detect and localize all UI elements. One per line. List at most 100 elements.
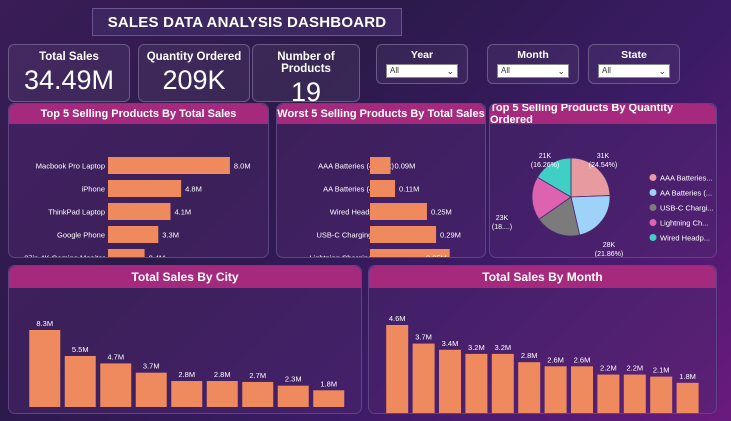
month-dropdown[interactable]: All ⌄ [497,64,569,78]
data-label: 1.8M [679,372,696,381]
top5-quantity-donut: 31K(24.54%)28K(21.86%)24K (18.97%)23K(18… [492,153,714,258]
data-label: 3.7M [415,333,432,342]
data-label: 4.7M [107,352,124,361]
bar [491,353,514,413]
bar [108,157,230,174]
slice-label: 28K [603,242,616,249]
data-label: 2.8M [178,370,195,379]
data-label: 2.2M [600,364,617,373]
data-label: 4.1M [174,208,191,217]
data-label: 2.8M [214,370,231,379]
data-label: 3.2M [468,343,485,352]
category-label: iPhone [82,185,105,194]
category-label: Portland [279,412,307,414]
data-label: 1.8M [320,379,337,388]
data-label: 8.3M [36,319,53,328]
data-label: 3.4M [442,339,459,348]
bar [277,385,309,407]
city-sales-panel: Total Sales By City 8.3MSanFrancisco5.5M… [8,265,362,414]
data-label: 8.0M [234,162,251,171]
data-label: 2.1M [653,366,670,375]
month-sales-chart: 4.6MDec3.7MOct3.4MApr3.2MNov3.2MMay2.8MM… [386,314,699,413]
worst5-sales-chart: AAA Batteries (4-pack) 0.09MAA Batteries … [309,157,461,259]
category-label: Seattle [246,412,269,414]
slicer-label: State [621,49,647,61]
bar [676,382,699,413]
slice-percent: (24.54%) [589,162,617,169]
kpi-value: 34.49M [23,65,115,95]
data-label: 2.6M [547,355,564,364]
slicer-label: Month [517,49,549,61]
chevron-down-icon: ⌄ [658,66,666,76]
dashboard-title: SALES DATA ANALYSIS DASHBOARD [92,8,402,36]
legend-label: AAA Batteries... [660,174,713,183]
dropdown-value: All [602,66,611,75]
category-label: Macbook Pro Laptop [36,162,105,171]
panel-title: Worst 5 Selling Products By Total Sales [277,104,485,124]
bar [108,180,182,197]
data-label: 2.2M [626,364,643,373]
bar [108,203,171,220]
bar [386,325,409,413]
data-label: 5.5M [72,345,89,354]
legend-label: USB-C Chargi... [660,204,714,213]
bar [544,366,567,413]
chevron-down-icon: ⌄ [557,66,565,76]
category-label: Boston [140,412,163,414]
panel-title: Top 5 Selling Products By Quantity Order… [490,104,716,126]
dropdown-value: All [390,66,399,75]
kpi-total-sales[interactable]: Total Sales 34.49M [8,44,130,102]
data-label: 2.6M [574,355,591,364]
bar [623,374,646,413]
data-label: 0.29M [440,231,461,240]
kpi-label: Quantity Ordered [146,51,242,63]
city-sales-chart: 8.3MSanFrancisco5.5MLosAngeles4.7MNew Yo… [29,319,345,414]
bar [370,180,396,197]
legend-marker [649,204,657,211]
bar [29,330,61,407]
data-label: 4.8M [185,185,202,194]
bar [242,381,274,407]
data-label: 2.4M [149,254,166,259]
data-label: 2.8M [521,351,538,360]
data-label: 3.7M [143,362,160,371]
year-slicer: Year All ⌄ [376,44,468,84]
bar [206,381,238,407]
data-label: 0.25M [431,208,452,217]
data-label: 0.09M [395,162,416,171]
top5-sales-chart: Macbook Pro Laptop 8.0M iPhone 4.8M ThinkPad… [24,157,251,259]
category-label: Atlanta [175,412,199,414]
kpi-quantity-ordered[interactable]: Quantity Ordered 209K [138,44,250,102]
bar [370,226,437,243]
bar [108,226,159,243]
top5-sales-panel: Top 5 Selling Products By Total Sales Ma… [8,103,269,258]
chevron-down-icon: ⌄ [446,66,454,76]
year-dropdown[interactable]: All ⌄ [386,64,458,78]
legend-marker [649,189,657,196]
bar [370,157,391,174]
bar [650,376,673,413]
slice-percent: (16.26%) [531,162,559,169]
data-label: 0.35M [426,254,447,259]
data-label: 0.11M [399,185,419,194]
bar [64,355,96,407]
kpi-number-of-products[interactable]: Number of Products 19 [252,44,360,107]
slice-label: 23K [496,215,509,222]
kpi-value: 209K [162,65,226,95]
legend-marker [649,219,657,226]
slice-percent: (21.86%) [595,251,623,258]
data-label: 3.2M [494,343,511,352]
legend-marker [649,234,657,241]
bar [108,249,145,257]
bar [518,362,541,413]
category-label: Dallas [212,412,233,414]
category-label: Google Phone [57,231,105,240]
kpi-label: Total Sales [39,51,99,63]
top5-quantity-panel: Top 5 Selling Products By Quantity Order… [489,103,717,258]
category-label: New York [100,412,132,414]
bar [439,349,461,413]
category-label: Los [74,412,86,414]
state-dropdown[interactable]: All ⌄ [598,64,670,78]
category-label: 27in 4K Gaming Monitor [24,254,105,259]
bar [370,203,427,220]
